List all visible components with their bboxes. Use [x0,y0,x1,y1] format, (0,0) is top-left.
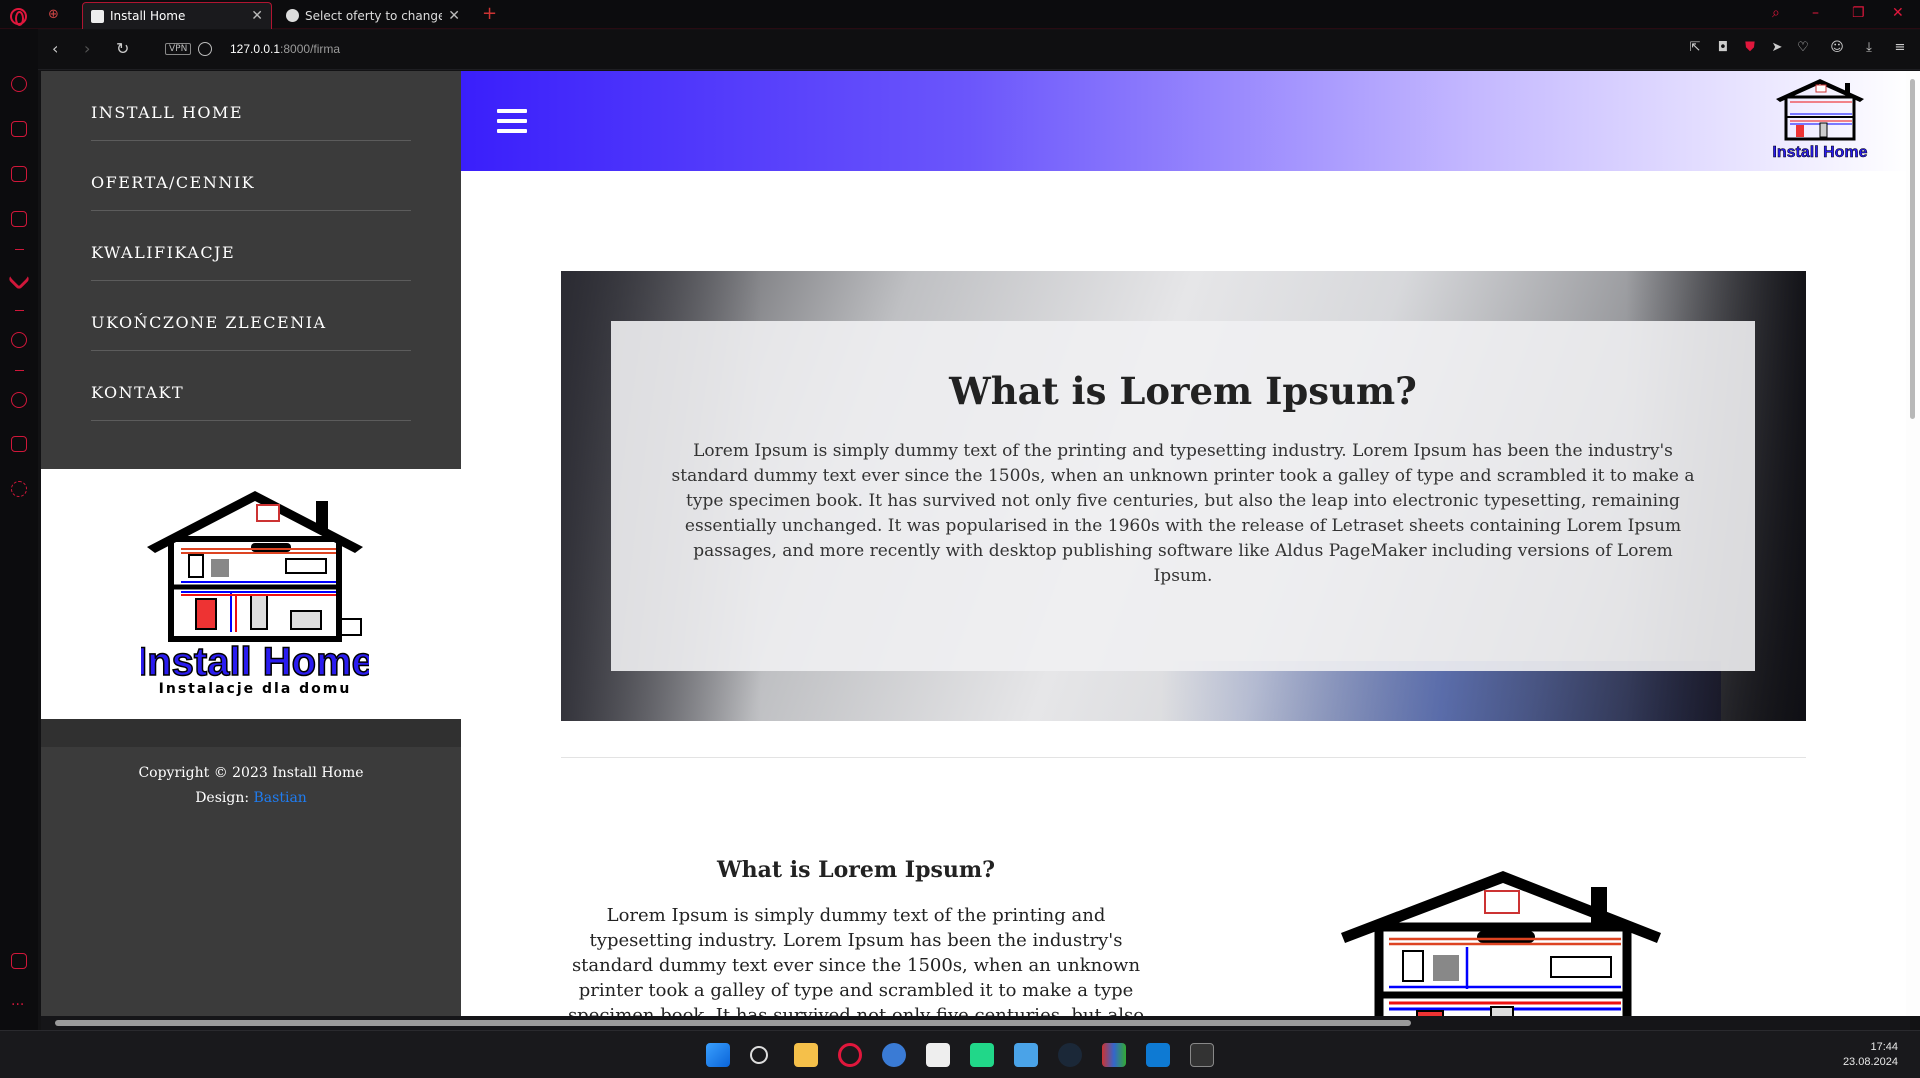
banner-logo[interactable]: Install Home [1772,77,1868,163]
opera-menu-icon[interactable] [10,8,27,26]
terminal-icon[interactable] [1190,1043,1214,1067]
back-button[interactable]: ‹ [52,39,58,58]
tab-close-icon[interactable]: ✕ [251,8,263,24]
speed-dial-icon[interactable] [11,76,27,92]
gallery-icon[interactable] [11,953,27,969]
settings-icon[interactable] [11,481,27,497]
history-icon[interactable] [11,392,27,408]
sidebar-separator [15,310,24,311]
reload-button[interactable]: ↻ [116,39,129,58]
banner-logo-name: Install Home [1772,144,1867,161]
content-section: What is Lorem Ipsum? Lorem Ipsum is simp… [561,857,1151,1016]
aria-icon[interactable] [7,267,31,291]
logo-name: Install Home [141,640,369,684]
site-sidebar: INSTALL HOME OFERTA/CENNIK KWALIFIKACJE … [41,71,461,1016]
sidebar-logo-box: Install Home Instalacje dla domu [41,469,461,719]
menu-item-install-home[interactable]: INSTALL HOME [91,71,411,141]
logo-tagline: Instalacje dla domu [159,681,352,697]
hero-title: What is Lorem Ipsum? [949,369,1417,413]
close-window-button[interactable]: ✕ [1892,5,1904,21]
tab-title: Install Home [110,9,186,23]
gamepad-icon[interactable]: ⊕ [48,7,59,22]
vscode-icon[interactable] [1146,1043,1170,1067]
url-path: :8000/firma [280,42,341,56]
address-bar: ‹ › ↻ VPN 127.0.0.1:8000/firma ⇱ ◘ ⛊ ➤ ♡… [38,30,1920,70]
hamburger-menu-icon[interactable] [497,109,527,134]
sidebar-separator [15,370,24,371]
share-icon[interactable]: ⇱ [1688,41,1702,55]
menu-item-kontakt[interactable]: KONTAKT [91,351,411,421]
player-icon[interactable] [11,332,27,348]
restore-button[interactable]: ❐ [1852,5,1865,21]
scrollbar-thumb[interactable] [1910,79,1915,419]
twitch-icon[interactable] [11,166,27,182]
winrar-icon[interactable] [1102,1043,1126,1067]
clock-date: 23.08.2024 [1842,1056,1898,1068]
search-tabs-icon[interactable]: ⌕ [1772,5,1780,21]
design-label: Design: [195,790,250,806]
tab-favicon-icon [91,9,104,23]
hero-text: Lorem Ipsum is simply dummy text of the … [671,441,1695,586]
hero-card: What is Lorem Ipsum? Lorem Ipsum is simp… [611,321,1755,671]
minimize-button[interactable]: – [1812,5,1819,21]
forward-button[interactable]: › [84,39,90,58]
design-link[interactable]: Bastian [254,790,307,806]
scrollbar-thumb[interactable] [55,1020,1411,1026]
design-credit: Design: Bastian [41,786,461,811]
tab-select-oferty[interactable]: Select oferty to change | Dj ✕ [278,2,468,29]
copyright-text: Copyright © 2023 Install Home [138,765,364,781]
menu-item-kwalifikacje[interactable]: KWALIFIKACJE [91,211,411,281]
site-footer: Copyright © 2023 Install Home Design: Ba… [41,761,461,811]
start-icon[interactable] [706,1043,730,1067]
account-icon[interactable]: ☺ [1830,41,1844,55]
menu-item-oferta-cennik[interactable]: OFERTA/CENNIK [91,141,411,211]
url-host: 127.0.0.1 [230,42,281,56]
hero-section: What is Lorem Ipsum? Lorem Ipsum is simp… [561,271,1806,721]
vpn-badge[interactable]: VPN [165,43,192,55]
site-info-icon[interactable] [198,42,212,56]
section-house-image [1341,871,1661,1016]
url-field[interactable]: 127.0.0.1:8000/firma [230,42,340,56]
taskbar: 17:44 23.08.2024 [0,1030,1920,1078]
new-tab-button[interactable]: + [482,3,497,24]
section-divider [561,757,1806,758]
section-title: What is Lorem Ipsum? [716,857,996,883]
adblock-icon[interactable]: ⛊ [1743,41,1757,55]
menu-icon[interactable]: ≡ [1893,41,1907,55]
page-viewport: INSTALL HOME OFERTA/CENNIK KWALIFIKACJE … [41,71,1910,1016]
sidebar-band [41,719,461,747]
notepad-icon[interactable] [1014,1043,1038,1067]
vertical-scrollbar[interactable] [1906,71,1920,1016]
pycharm-icon[interactable] [970,1043,994,1067]
top-banner: Install Home [461,71,1910,171]
download-icon[interactable]: ⤓ [1862,41,1876,55]
app-icon[interactable] [882,1043,906,1067]
more-icon[interactable]: ··· [11,997,24,1013]
tab-close-icon[interactable]: ✕ [448,8,460,24]
browser-tab-bar: ⊕ Install Home ✕ Select oferty to change… [0,0,1920,29]
camera-icon[interactable]: ◘ [1716,41,1730,55]
horizontal-scrollbar[interactable] [41,1016,1910,1030]
tab-install-home[interactable]: Install Home ✕ [82,2,272,29]
section-text: Lorem Ipsum is simply dummy text of the … [567,905,1145,1016]
tab-title: Select oferty to change | Dj [305,8,443,23]
opera-taskbar-icon[interactable] [838,1043,862,1067]
tab-favicon-icon [286,9,299,22]
extensions-icon[interactable] [11,436,27,452]
sidebar-separator [15,249,24,250]
search-icon[interactable] [750,1046,768,1064]
snipping-tool-icon[interactable] [926,1043,950,1067]
opera-sidebar: ··· [0,29,38,1031]
main-menu: INSTALL HOME OFERTA/CENNIK KWALIFIKACJE … [91,71,411,421]
news-icon[interactable] [11,211,27,227]
install-home-logo: Install Home Instalacje dla domu [141,491,369,697]
heart-icon[interactable]: ♡ [1796,41,1810,55]
clock-time: 17:44 [1870,1041,1898,1053]
file-explorer-icon[interactable] [794,1043,818,1067]
shopping-icon[interactable] [11,121,27,137]
system-clock[interactable]: 17:44 23.08.2024 [1843,1040,1898,1070]
send-icon[interactable]: ➤ [1770,41,1784,55]
menu-item-ukonczone-zlecenia[interactable]: UKOŃCZONE ZLECENIA [91,281,411,351]
steam-icon[interactable] [1058,1043,1082,1067]
